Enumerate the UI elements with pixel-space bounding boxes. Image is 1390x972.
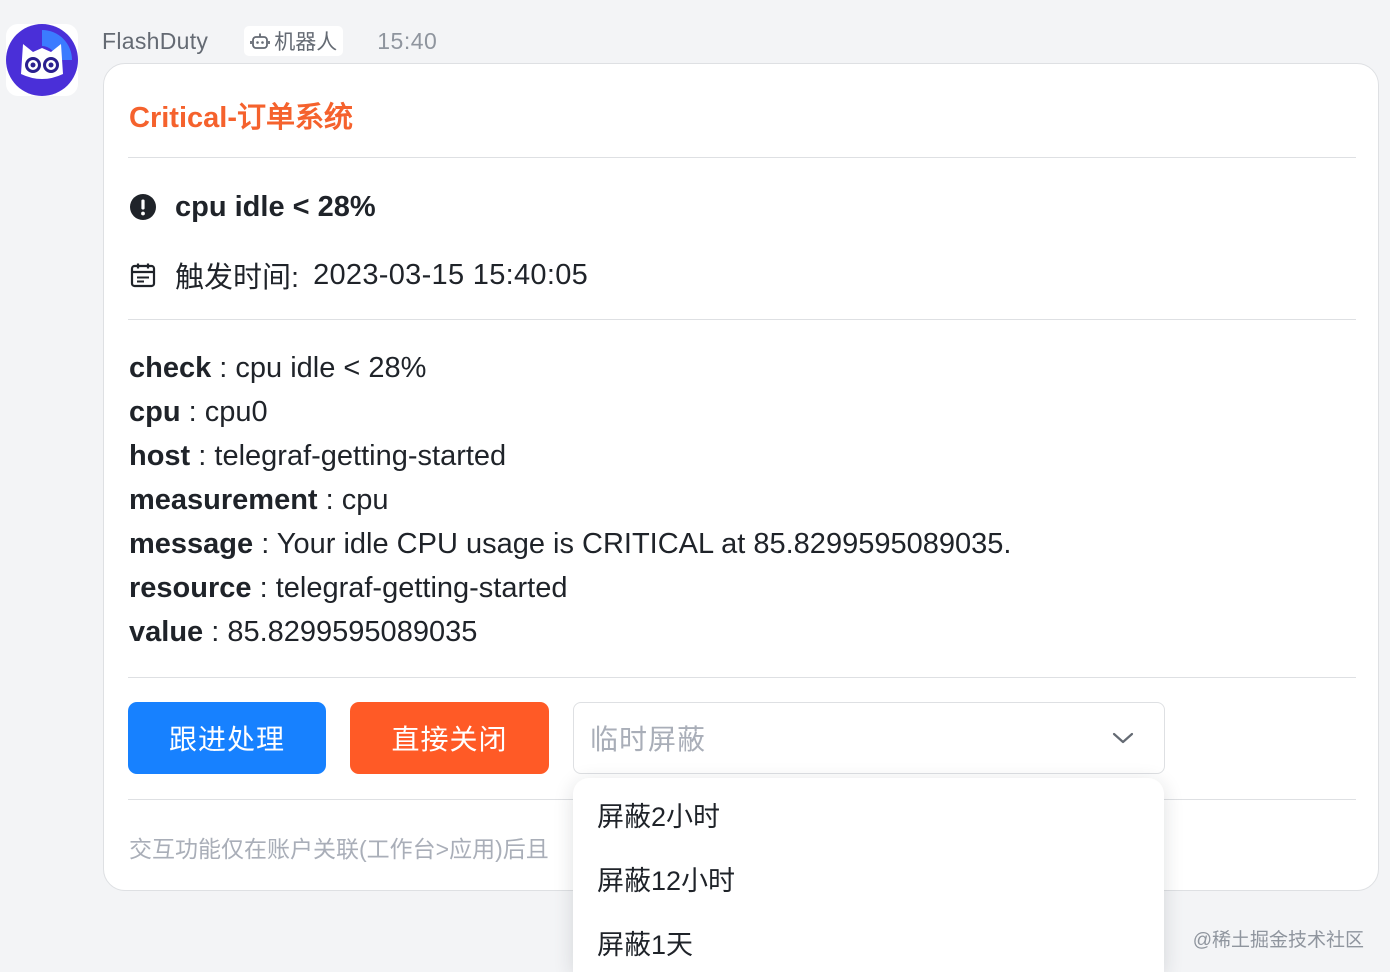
field-value: : 85.8299595089035 xyxy=(211,616,478,648)
field-key: resource xyxy=(129,572,252,604)
field-key: check xyxy=(129,352,212,384)
field-key: cpu xyxy=(129,396,181,428)
alert-fields: check : cpu idle < 28% cpu : cpu0 host :… xyxy=(129,346,1011,654)
exclamation-circle-icon xyxy=(130,194,156,220)
field-value: : cpu xyxy=(325,484,389,516)
bot-avatar[interactable] xyxy=(6,24,78,96)
footer-note: 交互功能仅在账户关联(工作台>应用)后且 xyxy=(129,836,549,862)
field-value: : cpu idle < 28% xyxy=(219,352,427,384)
watermark: @稀土掘金技术社区 xyxy=(1192,930,1364,951)
trigger-time-label: 触发时间: xyxy=(175,262,300,294)
trigger-time-row: 触发时间: 2023-03-15 15:40:05 xyxy=(129,254,588,296)
field-measurement: measurement : cpu xyxy=(129,478,1011,522)
title-divider xyxy=(128,157,1356,158)
field-value: : cpu0 xyxy=(188,396,268,428)
mute-select-placeholder: 临时屏蔽 xyxy=(590,724,707,755)
alert-text: cpu idle < 28% xyxy=(175,190,376,223)
dropdown-option-2h[interactable]: 屏蔽2小时 xyxy=(597,789,720,839)
field-check: check : cpu idle < 28% xyxy=(129,346,1011,390)
mute-duration-select[interactable]: 临时屏蔽 xyxy=(573,702,1165,774)
field-value: : telegraf-getting-started xyxy=(198,440,507,472)
field-key: measurement xyxy=(129,484,318,516)
calendar-icon xyxy=(130,263,156,288)
robot-icon xyxy=(250,33,271,49)
alert-card: Critical-订单系统 cpu idle < 28% 触发时间: 2023-… xyxy=(103,63,1379,891)
field-value: : Your idle CPU usage is CRITICAL at 85.… xyxy=(261,528,1012,560)
fields-divider xyxy=(128,677,1356,678)
follow-up-button[interactable]: 跟进处理 xyxy=(128,702,326,774)
field-key: host xyxy=(129,440,191,472)
field-value: : telegraf-getting-started xyxy=(259,572,568,604)
flashduty-logo-icon xyxy=(6,24,78,96)
bot-tag: 机器人 xyxy=(244,26,344,56)
dropdown-option-12h[interactable]: 屏蔽12小时 xyxy=(597,853,735,903)
sender-name[interactable]: FlashDuty xyxy=(102,28,208,55)
chevron-down-icon[interactable] xyxy=(1112,731,1134,745)
message-time: 15:40 xyxy=(377,27,438,54)
field-host: host : telegraf-getting-started xyxy=(129,434,1011,478)
mute-duration-dropdown: 屏蔽2小时 屏蔽12小时 屏蔽1天 xyxy=(573,778,1164,972)
alert-summary: cpu idle < 28% xyxy=(129,186,376,228)
field-key: message xyxy=(129,528,254,560)
trigger-time-value: 2023-03-15 15:40:05 xyxy=(313,258,589,291)
dropdown-option-1d[interactable]: 屏蔽1天 xyxy=(597,917,693,967)
field-cpu: cpu : cpu0 xyxy=(129,390,1011,434)
close-alert-button[interactable]: 直接关闭 xyxy=(350,702,549,774)
bot-tag-label: 机器人 xyxy=(274,31,338,54)
summary-divider xyxy=(128,319,1356,320)
message-header: FlashDuty 机器人 15:40 xyxy=(102,22,437,60)
field-key: value xyxy=(129,616,204,648)
field-message: message : Your idle CPU usage is CRITICA… xyxy=(129,522,1011,566)
field-value-row: value : 85.8299595089035 xyxy=(129,610,1011,654)
card-title: Critical-订单系统 xyxy=(129,102,353,134)
field-resource: resource : telegraf-getting-started xyxy=(129,566,1011,610)
